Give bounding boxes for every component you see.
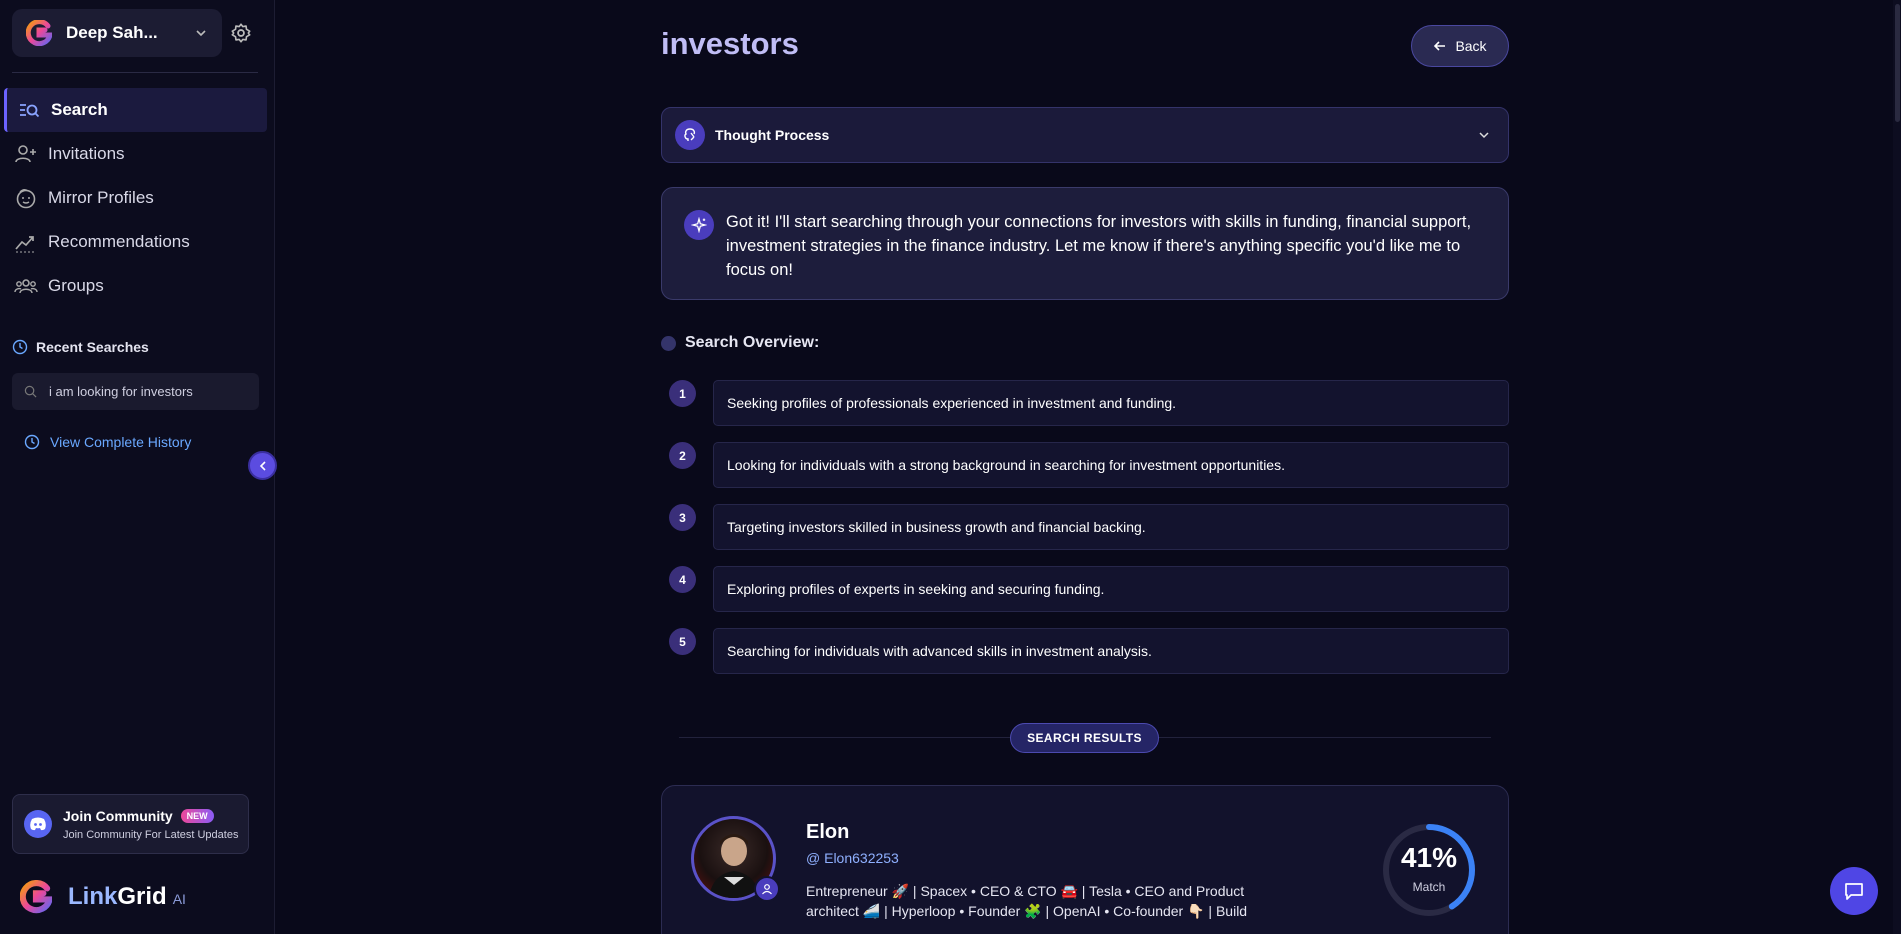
match-score: 41% Match [1381,822,1477,918]
thought-process-toggle[interactable]: Thought Process [661,107,1509,163]
sidebar-item-label: Recommendations [48,232,190,251]
sidebar-item-mirror-profiles[interactable]: Mirror Profiles [4,176,267,220]
sidebar-item-search[interactable]: Search [4,88,267,132]
sidebar-collapse-button[interactable] [248,451,277,480]
profile-card[interactable]: Elon @ Elon632253 Entrepreneur 🚀 | Space… [661,785,1509,934]
sidebar: Deep Sah... Search Invitations Mirror Pr… [0,0,275,934]
step-number: 5 [669,628,696,655]
brand-suffix: AI [172,891,186,907]
user-plus-icon [15,145,36,163]
overview-step: 4 Exploring profiles of experts in seeki… [661,566,1509,612]
step-number: 1 [669,380,696,407]
recent-searches-heading: Recent Searches [12,339,149,355]
step-text: Seeking profiles of professionals experi… [713,380,1509,426]
back-button[interactable]: Back [1411,25,1509,67]
search-results-badge: SEARCH RESULTS [1010,723,1159,753]
assistant-message-text: Got it! I'll start searching through you… [726,213,1472,279]
clock-icon [12,339,28,355]
join-community-card[interactable]: Join Community NEW Join Community For La… [12,794,249,854]
user-menu-button[interactable]: Deep Sah... [12,9,222,57]
chevron-down-icon [1479,132,1489,139]
step-text: Exploring profiles of experts in seeking… [713,566,1509,612]
arrow-left-icon [1434,41,1446,51]
sidebar-item-label: Search [51,100,108,119]
app-logo-icon [26,20,52,46]
view-history-label: View Complete History [50,434,192,450]
trend-icon [15,236,36,253]
sparkle-icon [684,210,714,240]
users-icon [14,279,38,294]
step-number: 3 [669,504,696,531]
overview-step: 1 Seeking profiles of professionals expe… [661,380,1509,426]
sidebar-item-label: Invitations [48,144,125,163]
search-icon [24,385,37,398]
chevron-down-icon [196,30,206,37]
new-badge: NEW [180,808,214,823]
sidebar-item-invitations[interactable]: Invitations [4,132,267,176]
assistant-message: Got it! I'll start searching through you… [661,187,1509,300]
search-overview-title: Search Overview: [685,334,820,351]
profile-handle[interactable]: @ Elon632253 [806,850,899,866]
sidebar-item-recommendations[interactable]: Recommendations [4,220,267,264]
community-title: Join Community [63,807,173,824]
step-number: 4 [669,566,696,593]
brand-name-link: Link [68,883,118,910]
recent-searches-title: Recent Searches [36,339,149,355]
community-subtitle: Join Community For Latest Updates [63,828,239,841]
search-list-icon [20,104,40,118]
match-label: Match [1412,880,1446,894]
step-text: Searching for individuals with advanced … [713,628,1509,674]
step-number: 2 [669,442,696,469]
thought-process-label: Thought Process [715,127,830,143]
chat-button[interactable] [1830,867,1878,915]
discord-icon [24,810,52,838]
recent-search-item[interactable]: i am looking for investors [12,373,259,410]
brain-icon [675,120,705,150]
overview-step: 5 Searching for individuals with advance… [661,628,1509,674]
sidebar-divider [12,72,258,73]
chevron-left-icon [259,460,266,471]
profile-bio: Entrepreneur 🚀 | Spacex • CEO & CTO 🚘 | … [806,883,1248,934]
app-logo-icon [20,880,52,914]
step-text: Looking for individuals with a strong ba… [713,442,1509,488]
clock-icon [24,434,40,450]
search-overview-heading: Search Overview: [661,334,819,352]
scrollbar-thumb[interactable] [1895,4,1900,122]
page-title: investors [661,26,799,61]
user-name: Deep Sah... [66,23,158,42]
overview-step: 2 Looking for individuals with a strong … [661,442,1509,488]
face-icon [16,189,36,209]
sidebar-item-groups[interactable]: Groups [4,264,267,308]
gear-icon[interactable] [230,22,252,44]
chat-icon [1845,883,1863,900]
overview-step: 3 Targeting investors skilled in busines… [661,504,1509,550]
overview-dot [661,335,676,351]
step-text: Targeting investors skilled in business … [713,504,1509,550]
view-history-link[interactable]: View Complete History [24,434,191,450]
scrollbar-track[interactable] [1893,0,1901,934]
sidebar-item-label: Mirror Profiles [48,188,154,207]
sidebar-item-label: Groups [48,276,104,295]
brand-logo: LinkGrid AI [20,880,186,914]
profile-icon [754,876,780,902]
recent-search-text: i am looking for investors [49,384,193,399]
brand-name-grid: Grid [117,883,167,910]
back-label: Back [1455,38,1487,54]
profile-name: Elon [806,821,850,843]
match-percent: 41% [1400,842,1458,873]
